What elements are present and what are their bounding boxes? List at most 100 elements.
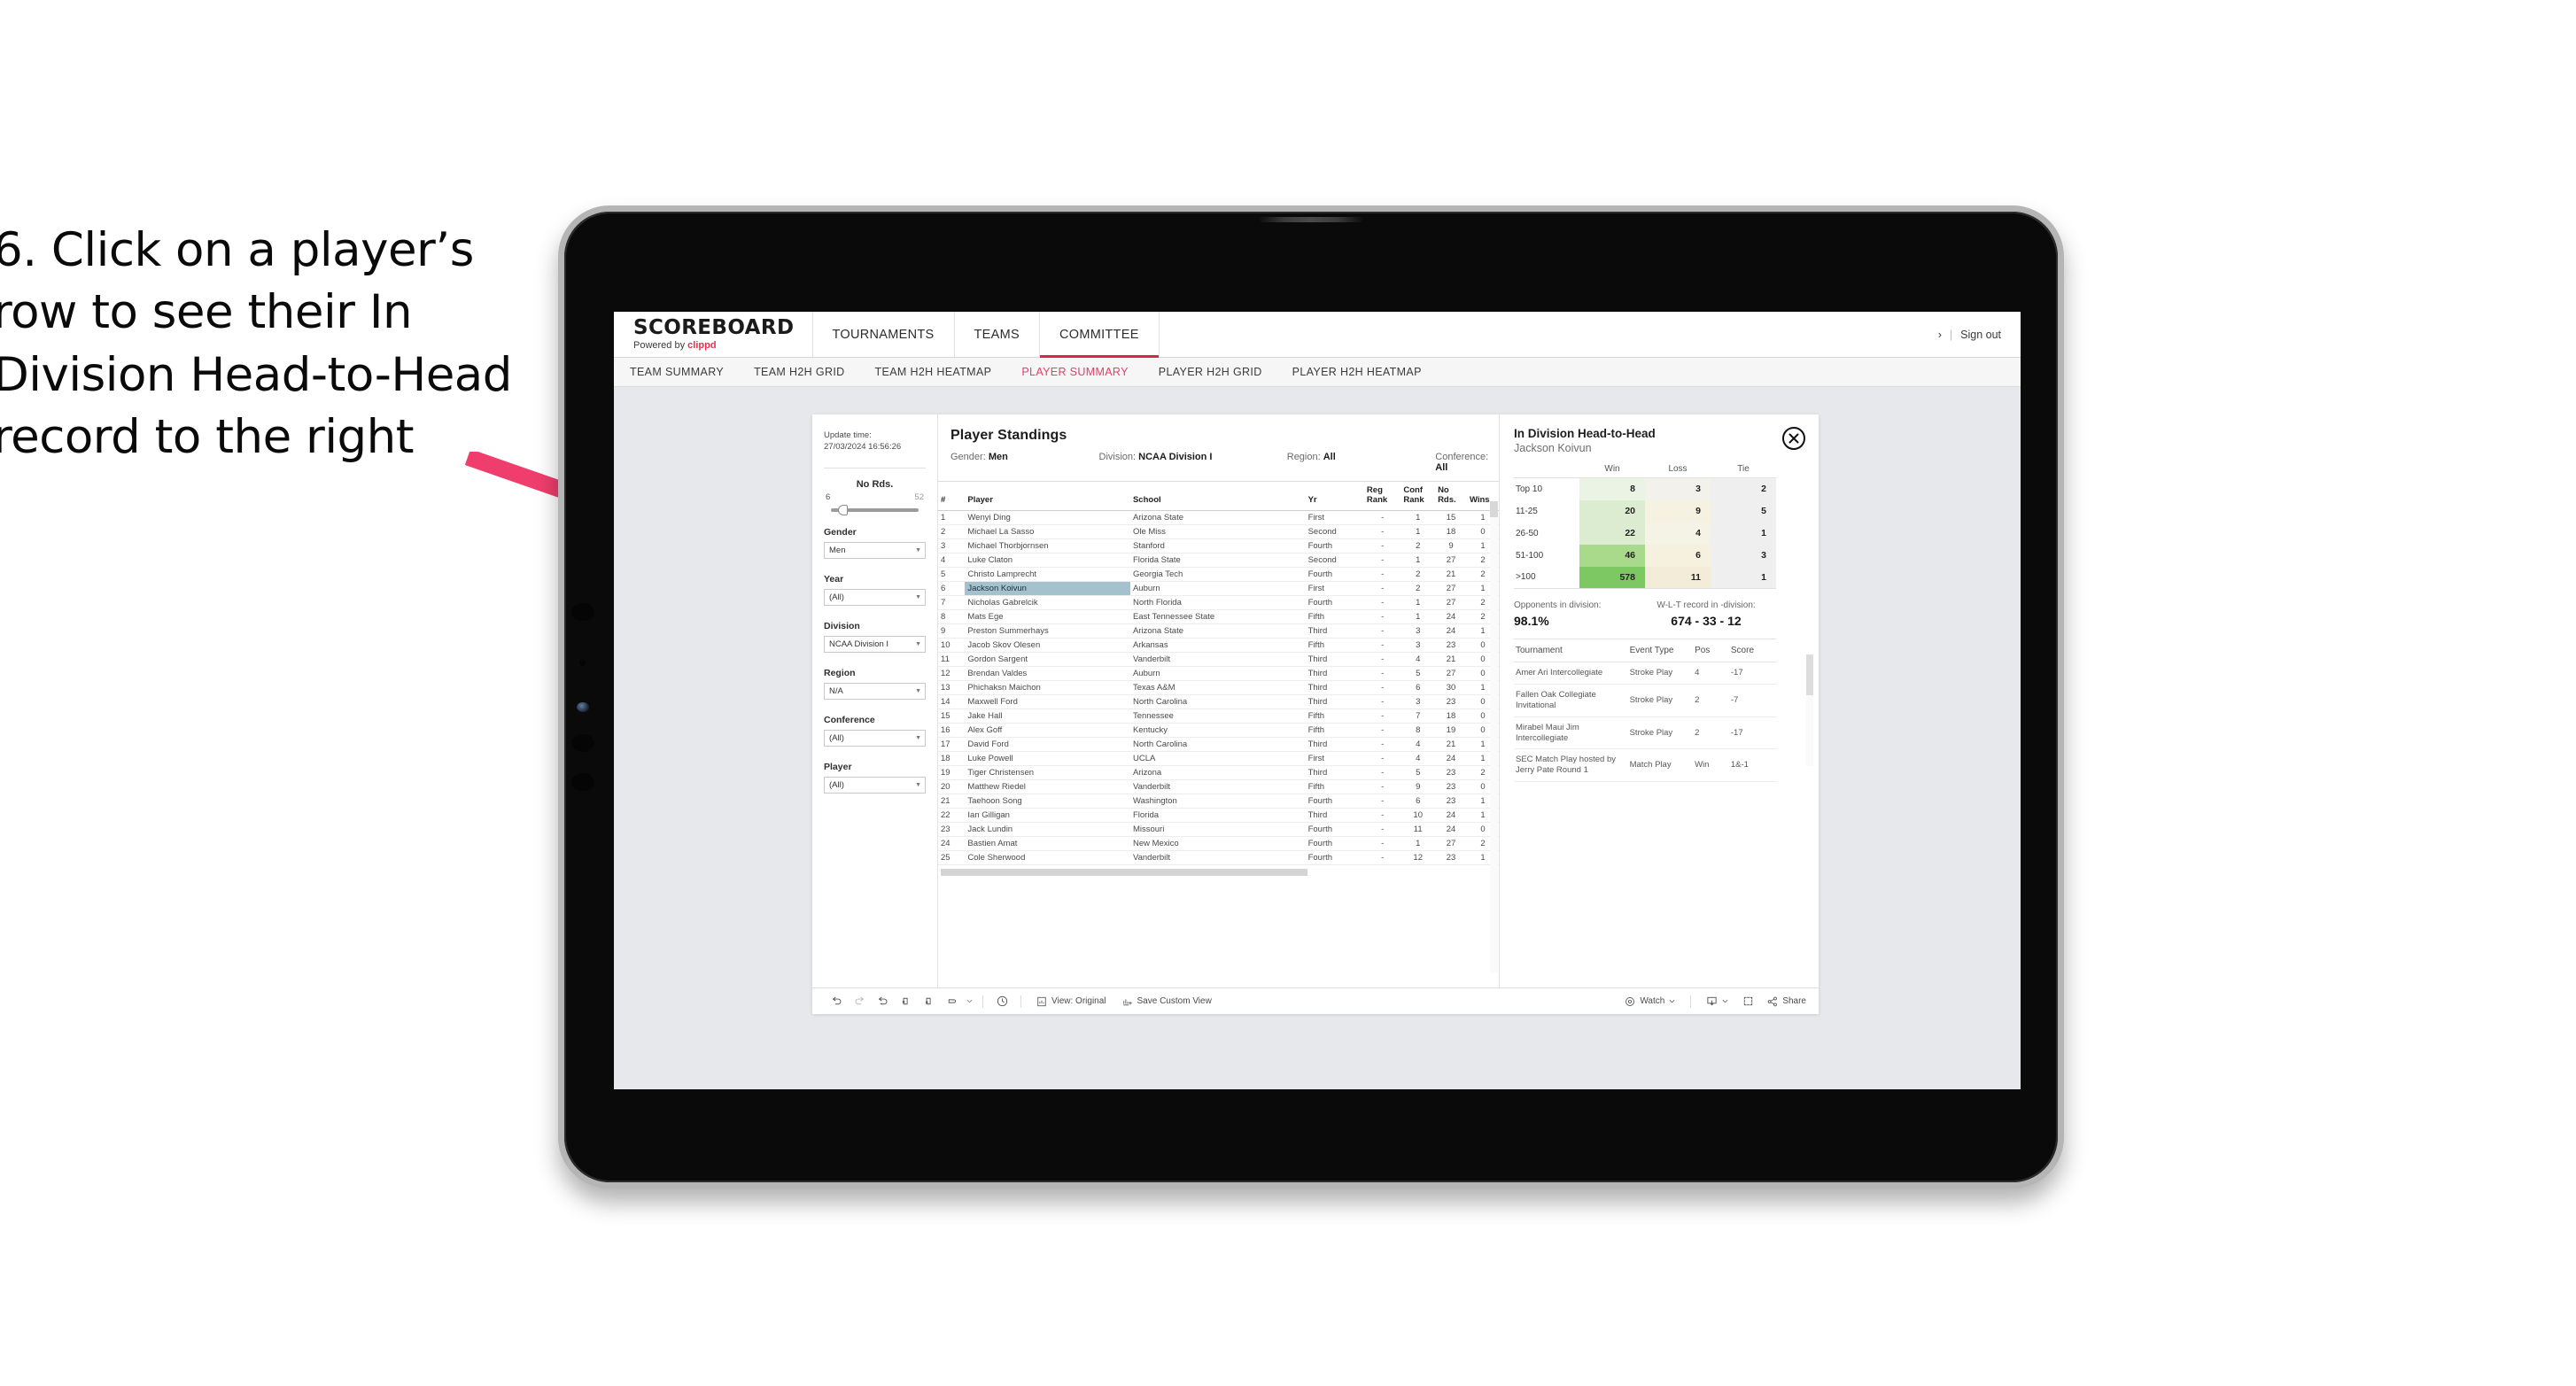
stat-opponents-value: 98.1% bbox=[1514, 614, 1549, 628]
conf-rank-cell: 9 bbox=[1401, 779, 1436, 794]
col-player[interactable]: Player bbox=[965, 481, 1130, 511]
user-chevron-icon[interactable]: › bbox=[1938, 329, 1942, 341]
table-row[interactable]: 17 David Ford North Carolina Third -4 21 1 bbox=[938, 737, 1499, 752]
view-original-button[interactable]: View: Original bbox=[1028, 996, 1114, 1007]
h2h-win-cell: 578 bbox=[1579, 566, 1645, 589]
table-row[interactable]: 4 Luke Claton Florida State Second -1 27 2 bbox=[938, 553, 1499, 568]
filter-division-select[interactable]: NCAA Division I ▼ bbox=[824, 635, 926, 653]
download-button[interactable] bbox=[1698, 995, 1736, 1007]
summary-conference-label: Conference: bbox=[1435, 452, 1489, 462]
table-row[interactable]: 14 Maxwell Ford North Carolina Third -3 23 0 bbox=[938, 694, 1499, 709]
year-cell: Fifth bbox=[1305, 723, 1364, 738]
nav-item-committee[interactable]: COMMITTEE bbox=[1039, 312, 1160, 358]
revert-icon[interactable] bbox=[871, 992, 894, 1011]
table-row[interactable]: 15 Jake Hall Tennessee Fifth -7 18 0 bbox=[938, 708, 1499, 724]
table-row[interactable]: 16 Alex Goff Kentucky Fifth -8 19 0 bbox=[938, 723, 1499, 738]
col-school[interactable]: School bbox=[1129, 481, 1306, 511]
shape-icon[interactable] bbox=[940, 992, 963, 1011]
table-row[interactable]: 2 Michael La Sasso Ole Miss Second -1 18 0 bbox=[938, 524, 1499, 539]
conf-rank-cell: 4 bbox=[1401, 751, 1436, 766]
watch-button[interactable]: Watch bbox=[1617, 996, 1683, 1007]
slider-track[interactable] bbox=[831, 504, 919, 515]
h2h-corner-cell bbox=[1514, 464, 1579, 478]
filter-conference-select[interactable]: (All) ▼ bbox=[824, 729, 926, 747]
scrollbar-thumb[interactable] bbox=[1490, 501, 1498, 517]
save-custom-view-button[interactable]: Save Custom View bbox=[1114, 996, 1220, 1007]
share-icon bbox=[1767, 996, 1778, 1006]
table-row[interactable]: 22 Ian Gilligan Florida Third -10 24 1 bbox=[938, 808, 1499, 823]
table-row[interactable]: 20 Matthew Riedel Vanderbilt Fifth -9 23 0 bbox=[938, 779, 1499, 794]
summary-division-label: Division: bbox=[1098, 452, 1139, 462]
table-row[interactable]: 21 Taehoon Song Washington Fourth -6 23 1 bbox=[938, 794, 1499, 809]
filter-sidebar: Update time: 27/03/2024 16:56:26 No Rds.… bbox=[812, 414, 938, 987]
table-row[interactable]: 13 Phichaksn Maichon Texas A&M Third -6 30 1 bbox=[938, 680, 1499, 695]
col-rank[interactable]: # bbox=[938, 481, 966, 511]
tab-player-h2h-grid[interactable]: PLAYER H2H GRID bbox=[1159, 366, 1262, 378]
filter-year-select[interactable]: (All) ▼ bbox=[824, 588, 926, 606]
table-row[interactable]: 6 Jackson Koivun Auburn First -2 27 1 bbox=[938, 581, 1499, 596]
col-no-rds[interactable]: No Rds. bbox=[1435, 481, 1467, 511]
redo-icon[interactable] bbox=[848, 992, 871, 1011]
col-year[interactable]: Yr bbox=[1305, 481, 1364, 511]
tab-player-h2h-heatmap[interactable]: PLAYER H2H HEATMAP bbox=[1292, 366, 1422, 378]
close-circle-icon[interactable] bbox=[1781, 426, 1806, 451]
nav-item-tournaments[interactable]: TOURNAMENTS bbox=[813, 312, 955, 357]
tab-team-summary[interactable]: TEAM SUMMARY bbox=[630, 366, 724, 378]
rank-cell: 17 bbox=[938, 737, 966, 752]
table-row[interactable]: 3 Michael Thorbjornsen Stanford Fourth -2 9 1 bbox=[938, 538, 1499, 554]
filter-player-select[interactable]: (All) ▼ bbox=[824, 776, 926, 794]
pause-icon[interactable] bbox=[917, 992, 940, 1011]
year-cell: Second bbox=[1305, 524, 1364, 539]
h2h-win-cell: 8 bbox=[1579, 477, 1645, 500]
refresh-icon[interactable] bbox=[894, 992, 917, 1011]
brand-logo[interactable]: SCOREBOARD Powered by clippd bbox=[614, 312, 813, 357]
nav-item-teams[interactable]: TEAMS bbox=[955, 312, 1040, 357]
table-row[interactable]: 5 Christo Lamprecht Georgia Tech Fourth -2 21… bbox=[938, 567, 1499, 582]
col-conf-rank[interactable]: Conf Rank bbox=[1401, 481, 1436, 511]
stat-opponents-label: Opponents in division: bbox=[1514, 600, 1602, 610]
fullscreen-icon[interactable] bbox=[1736, 992, 1759, 1011]
tournament-header-row: Tournament Event Type Pos Score bbox=[1514, 639, 1776, 662]
standings-vertical-scrollbar[interactable] bbox=[1490, 501, 1498, 973]
table-row[interactable]: 12 Brendan Valdes Auburn Third -5 27 0 bbox=[938, 666, 1499, 681]
col-event-type: Event Type bbox=[1627, 639, 1694, 662]
school-cell: Georgia Tech bbox=[1129, 567, 1306, 582]
table-row[interactable]: 10 Jacob Skov Olesen Arkansas Fifth -3 23 0 bbox=[938, 638, 1499, 653]
tab-player-summary[interactable]: PLAYER SUMMARY bbox=[1021, 366, 1128, 378]
sign-out-link[interactable]: Sign out bbox=[1960, 329, 2001, 341]
instruction-caption: 6. Click on a player’s row to see their … bbox=[0, 223, 512, 465]
standings-horizontal-scrollbar[interactable] bbox=[941, 869, 1496, 876]
reg-rank-cell: - bbox=[1363, 553, 1401, 568]
h2h-tie-cell: 3 bbox=[1711, 544, 1776, 567]
scrollbar-thumb[interactable] bbox=[941, 869, 1307, 876]
table-row[interactable]: 18 Luke Powell UCLA First -4 24 1 bbox=[938, 751, 1499, 766]
filter-gender-select[interactable]: Men ▼ bbox=[824, 541, 926, 559]
history-icon[interactable] bbox=[990, 992, 1013, 1011]
undo-icon[interactable] bbox=[825, 992, 848, 1011]
reg-rank-cell: - bbox=[1363, 652, 1401, 667]
table-row[interactable]: 25 Cole Sherwood Vanderbilt Fourth -12 23 1 bbox=[938, 850, 1499, 865]
table-row[interactable]: 9 Preston Summerhays Arizona State Third -3 2… bbox=[938, 623, 1499, 639]
summary-region-value: All bbox=[1323, 452, 1336, 462]
filter-region-select[interactable]: N/A ▼ bbox=[824, 682, 926, 700]
scrollbar-thumb[interactable] bbox=[1806, 654, 1813, 695]
no-rds-cell: 27 bbox=[1435, 553, 1467, 568]
tab-team-h2h-grid[interactable]: TEAM H2H GRID bbox=[754, 366, 844, 378]
no-rds-cell: 21 bbox=[1435, 567, 1467, 582]
table-row[interactable]: 11 Gordon Sargent Vanderbilt Third -4 21 0 bbox=[938, 652, 1499, 667]
table-row[interactable]: 1 Wenyi Ding Arizona State First -1 15 1 bbox=[938, 510, 1499, 525]
tab-team-h2h-heatmap[interactable]: TEAM H2H HEATMAP bbox=[875, 366, 992, 378]
table-row[interactable]: 24 Bastien Amat New Mexico Fourth -1 27 2 bbox=[938, 836, 1499, 851]
share-button[interactable]: Share bbox=[1759, 996, 1819, 1007]
chevron-down-icon: ▼ bbox=[915, 640, 921, 647]
table-row[interactable]: 23 Jack Lundin Missouri Fourth -11 24 0 bbox=[938, 822, 1499, 837]
h2h-win-cell: 46 bbox=[1579, 544, 1645, 567]
year-cell: Third bbox=[1305, 694, 1364, 709]
chevron-down-icon[interactable] bbox=[963, 992, 975, 1011]
table-row[interactable]: 19 Tiger Christensen Arizona Third -5 23 2 bbox=[938, 765, 1499, 780]
slider-handle[interactable] bbox=[837, 504, 848, 515]
tournament-scrollbar[interactable] bbox=[1806, 654, 1813, 766]
table-row[interactable]: 7 Nicholas Gabrelcik North Florida Fourth -1… bbox=[938, 595, 1499, 610]
table-row[interactable]: 8 Mats Ege East Tennessee State Fifth -1 24 2 bbox=[938, 609, 1499, 624]
col-reg-rank[interactable]: Reg Rank bbox=[1363, 481, 1401, 511]
